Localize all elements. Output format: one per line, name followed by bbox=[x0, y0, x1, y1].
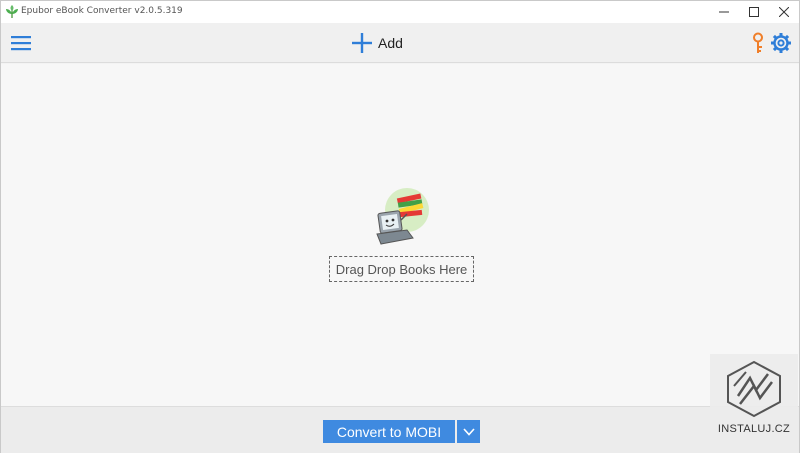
convert-button[interactable]: Convert to MOBI bbox=[323, 420, 455, 443]
maximize-icon bbox=[749, 7, 759, 17]
key-icon[interactable] bbox=[749, 32, 767, 54]
leaf-icon bbox=[6, 5, 18, 18]
plus-icon bbox=[352, 33, 372, 53]
laptop-with-books-illustration bbox=[376, 188, 429, 245]
chevron-down-icon bbox=[462, 427, 475, 436]
book-list-area[interactable]: Drag Drop Books Here bbox=[1, 64, 799, 406]
close-button[interactable] bbox=[769, 1, 799, 23]
close-icon bbox=[779, 7, 789, 17]
toolbar: Add bbox=[1, 23, 799, 63]
watermark: INSTALUJ.CZ bbox=[710, 354, 798, 444]
add-button-label: Add bbox=[378, 35, 403, 51]
maximize-button[interactable] bbox=[739, 1, 769, 23]
add-button[interactable]: Add bbox=[351, 31, 403, 55]
drag-drop-zone[interactable]: Drag Drop Books Here bbox=[329, 256, 474, 282]
watermark-text: INSTALUJ.CZ bbox=[717, 423, 791, 435]
minimize-icon bbox=[719, 11, 729, 13]
format-dropdown-button[interactable] bbox=[457, 420, 480, 443]
window-title: Epubor eBook Converter v2.0.5.319 bbox=[21, 6, 183, 16]
app-window: Epubor eBook Converter v2.0.5.319 Add Dr… bbox=[0, 0, 800, 453]
gear-icon[interactable] bbox=[770, 32, 792, 54]
title-bar[interactable]: Epubor eBook Converter v2.0.5.319 bbox=[1, 1, 799, 23]
hamburger-menu-icon[interactable] bbox=[11, 33, 33, 53]
instaluj-logo-icon bbox=[727, 360, 781, 418]
minimize-button[interactable] bbox=[709, 1, 739, 23]
bottom-bar: Convert to MOBI bbox=[1, 406, 799, 453]
